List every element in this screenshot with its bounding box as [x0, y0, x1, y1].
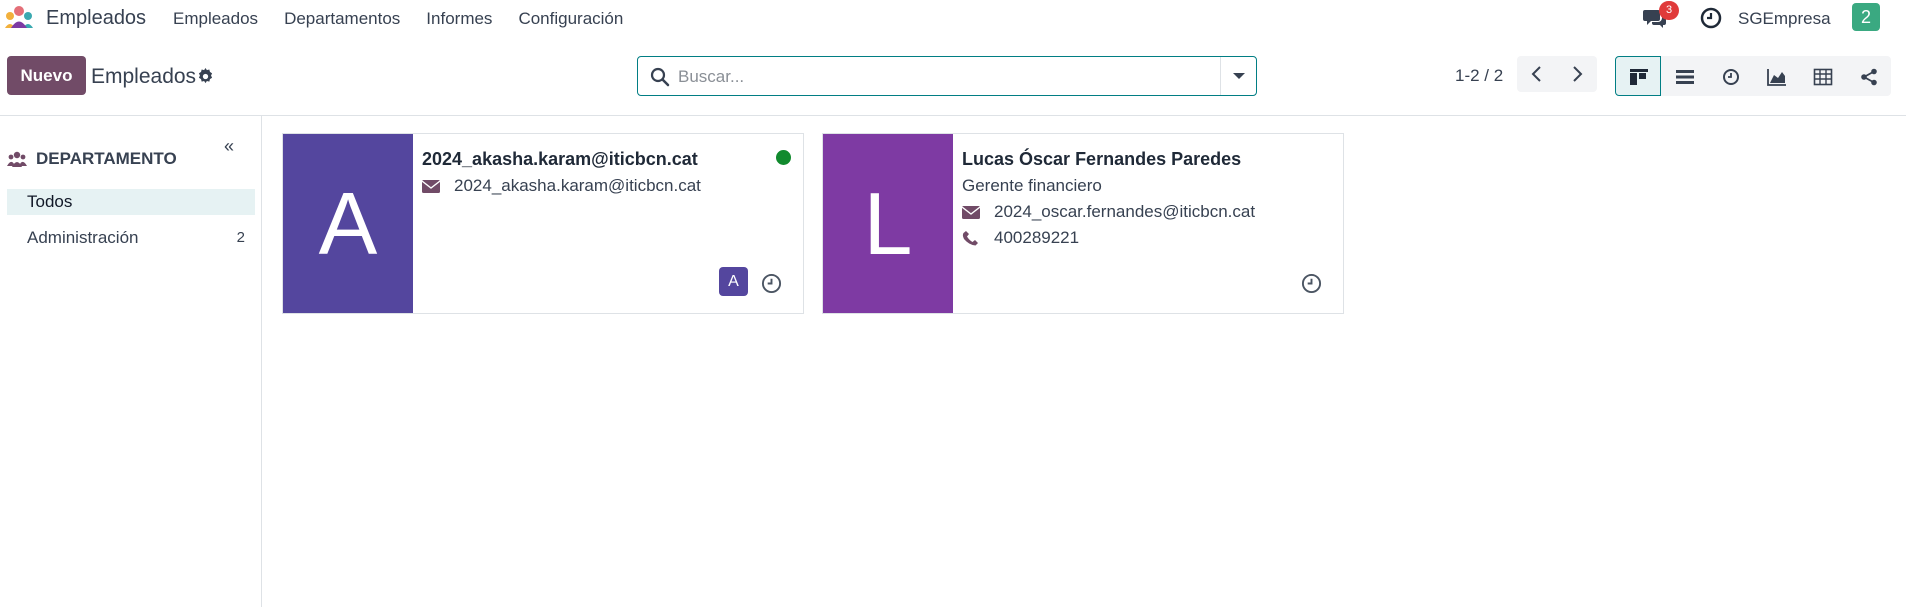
area-chart-icon	[1767, 69, 1786, 86]
gear-icon[interactable]	[197, 68, 214, 85]
kanban-view-button[interactable]	[1615, 56, 1661, 96]
clock-icon	[1723, 69, 1739, 85]
employee-email-line: 2024_akasha.karam@iticbcn.cat	[422, 176, 701, 196]
chevron-left-icon	[1531, 66, 1541, 82]
search-bar	[637, 56, 1257, 96]
app-logo-icon[interactable]	[4, 5, 34, 29]
company-switcher[interactable]: SGEmpresa	[1738, 9, 1831, 29]
graph-view-button[interactable]	[1753, 56, 1799, 96]
kanban-icon	[1630, 69, 1648, 85]
employee-card[interactable]: A 2024_akasha.karam@iticbcn.cat 2024_aka…	[282, 133, 804, 314]
activity-clock-icon[interactable]	[1301, 273, 1322, 294]
employee-job-title: Gerente financiero	[962, 176, 1102, 196]
employee-avatar: A	[283, 134, 413, 313]
chevron-right-icon	[1573, 66, 1583, 82]
search-icon	[650, 67, 670, 87]
activity-view-button[interactable]	[1707, 56, 1753, 96]
activity-clock-icon[interactable]	[1700, 7, 1722, 29]
users-icon	[7, 151, 27, 167]
menu-item-configuracion[interactable]: Configuración	[518, 9, 623, 29]
user-avatar[interactable]: 2	[1852, 3, 1880, 31]
search-options-toggle[interactable]	[1220, 57, 1256, 95]
pivot-view-button[interactable]	[1799, 56, 1845, 96]
employee-name: Lucas Óscar Fernandes Paredes	[962, 149, 1242, 169]
share-icon	[1861, 68, 1877, 86]
phone-icon	[962, 231, 978, 246]
employee-avatar: L	[823, 134, 953, 313]
control-panel: Nuevo Empleados 1-2 / 2	[0, 46, 1906, 116]
search-input[interactable]	[678, 65, 1198, 89]
sidebar-item-todos[interactable]: Todos	[7, 189, 255, 215]
main-menu: Empleados Departamentos Informes Configu…	[173, 9, 649, 29]
department-header: DEPARTAMENTO	[7, 149, 177, 169]
employee-job-title-text: Gerente financiero	[962, 176, 1102, 195]
chevron-down-icon	[1233, 73, 1245, 79]
view-switcher	[1615, 56, 1891, 96]
related-user-avatar[interactable]: A	[719, 267, 748, 296]
list-view-button[interactable]	[1661, 56, 1707, 96]
menu-item-departamentos[interactable]: Departamentos	[284, 9, 400, 29]
online-status-indicator	[776, 150, 791, 165]
activity-clock-icon[interactable]	[761, 273, 782, 294]
sidebar-item-label: Todos	[27, 192, 73, 211]
list-icon	[1676, 70, 1694, 84]
envelope-icon	[962, 206, 980, 219]
employee-phone: 400289221	[994, 228, 1080, 247]
menu-item-empleados[interactable]: Empleados	[173, 9, 258, 29]
employee-name: 2024_akasha.karam@iticbcn.cat	[422, 149, 698, 169]
employee-card[interactable]: L Lucas Óscar Fernandes Paredes Gerente …	[822, 133, 1344, 314]
pager-next-button[interactable]	[1557, 56, 1597, 92]
pager-previous-button[interactable]	[1517, 56, 1557, 92]
hierarchy-view-button[interactable]	[1845, 56, 1891, 96]
sidebar-item-label: Administración	[27, 228, 139, 247]
collapse-sidebar-icon[interactable]: «	[224, 136, 234, 157]
top-navbar: Empleados Empleados Departamentos Inform…	[0, 0, 1906, 36]
employee-phone-line: 400289221	[962, 228, 1079, 248]
new-button[interactable]: Nuevo	[7, 56, 86, 95]
envelope-icon	[422, 180, 440, 193]
pager-value[interactable]: 1-2 / 2	[1455, 66, 1503, 86]
table-icon	[1813, 68, 1833, 86]
employee-email-line: 2024_oscar.fernandes@iticbcn.cat	[962, 202, 1255, 222]
menu-item-informes[interactable]: Informes	[426, 9, 492, 29]
sidebar-item-count: 2	[236, 229, 245, 246]
department-sidebar: « DEPARTAMENTO Todos Administración 2	[0, 116, 262, 607]
department-title: DEPARTAMENTO	[36, 149, 177, 168]
employee-email: 2024_oscar.fernandes@iticbcn.cat	[994, 202, 1256, 221]
chat-badge: 3	[1659, 1, 1679, 20]
sidebar-item-administracion[interactable]: Administración 2	[7, 225, 255, 251]
employee-email: 2024_akasha.karam@iticbcn.cat	[454, 176, 701, 195]
page-title: Empleados	[91, 65, 197, 88]
app-name[interactable]: Empleados	[46, 7, 146, 30]
